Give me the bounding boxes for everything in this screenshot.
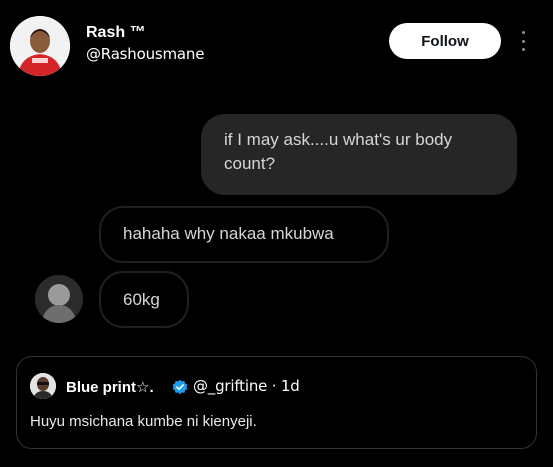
quote-author-handle-and-time[interactable]: @_griftine · 1d [193,377,300,396]
sent-message-text: if I may ask....u what's ur body count? [224,130,453,173]
author-handle[interactable]: @Rashousmane [86,45,205,64]
more-dot [521,48,525,51]
author-avatar[interactable] [10,16,70,76]
verified-badge-icon [172,379,188,395]
quote-timestamp: · 1d [271,377,300,396]
author-name[interactable]: Rash ™ [86,24,146,42]
chat-contact-avatar-image [35,275,83,323]
received-message-text: 60kg [123,290,160,309]
quote-avatar-image [30,373,56,399]
sent-message-bubble: if I may ask....u what's ur body count? [201,114,517,195]
received-message-bubble: 60kg [99,271,189,328]
follow-button[interactable]: Follow [389,23,501,59]
quote-avatar[interactable] [30,373,56,399]
more-dot [521,31,525,34]
more-vertical-icon[interactable] [516,28,530,54]
received-message-bubble: hahaha why nakaa mkubwa [99,206,389,263]
quote-author-name[interactable]: Blue print☆. [66,378,154,396]
quote-author-handle: @_griftine [193,377,268,396]
quote-text: Huyu msichana kumbe ni kienyeji. [30,413,257,430]
received-message-text: hahaha why nakaa mkubwa [123,224,334,243]
more-dot [521,39,525,43]
author-avatar-image [10,16,70,76]
chat-contact-avatar [35,275,83,323]
quoted-post[interactable]: Blue print☆. @_griftine · 1d Huyu msicha… [16,356,537,449]
